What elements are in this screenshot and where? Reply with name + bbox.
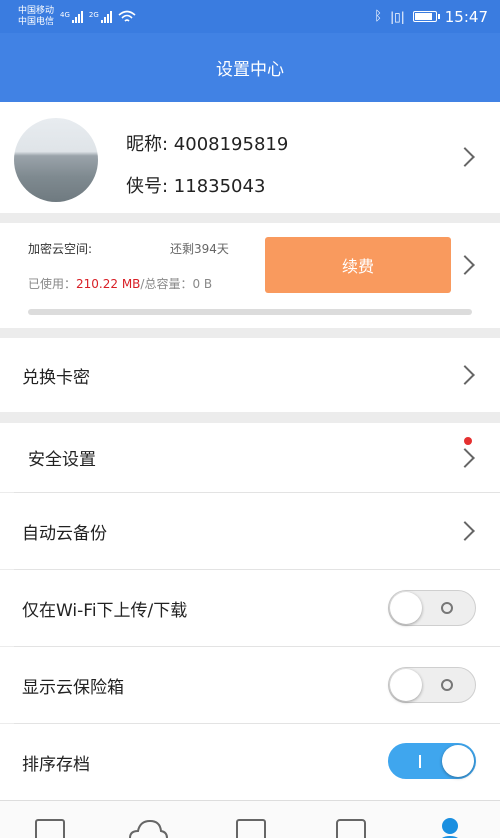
status-right: ᛒ |▯| 15:47 bbox=[374, 8, 488, 26]
net-type-1: 4G bbox=[60, 10, 70, 19]
auto-backup-row[interactable]: 自动云备份 bbox=[0, 493, 500, 569]
page-title: 设置中心 bbox=[216, 60, 284, 80]
carrier-1: 中国移动 bbox=[18, 5, 55, 16]
notes-tab-icon[interactable] bbox=[336, 819, 366, 838]
profile-info: 昵称: 4008195819 侠号: 11835043 bbox=[126, 124, 288, 208]
chevron-right-icon bbox=[455, 521, 475, 541]
show-vault-toggle[interactable] bbox=[388, 667, 476, 703]
storage-progress-bar bbox=[28, 309, 472, 315]
chevron-right-icon bbox=[455, 448, 475, 468]
storage-remaining: 还剩394天 bbox=[170, 242, 229, 256]
net-type-2: 2G bbox=[88, 10, 99, 19]
signal-1-icon: 4G bbox=[60, 10, 83, 23]
security-label: 安全设置 bbox=[28, 450, 96, 470]
notification-dot bbox=[464, 437, 472, 445]
carrier-2: 中国电信 bbox=[18, 16, 55, 27]
sort-archive-row: 排序存档 bbox=[0, 724, 500, 800]
show-vault-label: 显示云保险箱 bbox=[22, 677, 124, 698]
battery-icon bbox=[412, 11, 440, 22]
profile-card[interactable]: 昵称: 4008195819 侠号: 11835043 bbox=[0, 102, 500, 213]
signal-2-icon: 2G bbox=[88, 10, 112, 23]
status-bar: 中国移动 中国电信 4G 2G ᛒ |▯| 15:47 bbox=[0, 0, 500, 33]
show-vault-row: 显示云保险箱 bbox=[0, 647, 500, 723]
chevron-right-icon bbox=[455, 147, 475, 167]
wifi-only-label: 仅在Wi-Fi下上传/下载 bbox=[22, 600, 188, 621]
security-settings-row[interactable]: 安全设置 bbox=[0, 423, 500, 492]
storage-usage: 已使用：210.22 MB/总容量：0 B bbox=[28, 275, 212, 292]
carrier-names: 中国移动 中国电信 bbox=[18, 6, 54, 28]
auto-backup-label: 自动云备份 bbox=[22, 523, 107, 544]
sort-archive-label: 排序存档 bbox=[22, 754, 90, 775]
storage-card: 加密云空间: 还剩394天 已使用：210.22 MB/总容量：0 B 续费 bbox=[0, 223, 500, 328]
profile-tab-icon[interactable] bbox=[436, 817, 464, 838]
clock: 15:47 bbox=[444, 7, 488, 26]
chevron-right-icon[interactable] bbox=[455, 255, 475, 275]
storage-label: 加密云空间: bbox=[28, 242, 93, 256]
chevron-right-icon bbox=[455, 365, 475, 385]
redeem-card-row[interactable]: 兑换卡密 bbox=[0, 338, 500, 412]
nickname: 昵称: 4008195819 bbox=[126, 134, 289, 155]
storage-used-prefix: 已使用： bbox=[28, 277, 77, 291]
title-bar: 设置中心 bbox=[0, 33, 500, 102]
bottom-nav bbox=[0, 800, 500, 838]
wifi-only-toggle[interactable] bbox=[388, 590, 476, 626]
wifi-icon bbox=[118, 10, 136, 22]
wifi-only-row: 仅在Wi-Fi下上传/下载 bbox=[0, 570, 500, 646]
photos-tab-icon[interactable] bbox=[236, 819, 266, 838]
status-left: 中国移动 中国电信 4G 2G bbox=[18, 6, 136, 28]
contacts-tab-icon[interactable] bbox=[35, 819, 65, 838]
cloud-tab-icon[interactable] bbox=[128, 817, 168, 838]
sort-archive-toggle[interactable] bbox=[388, 743, 476, 779]
avatar bbox=[14, 118, 98, 202]
storage-total: /总容量：0 B bbox=[140, 277, 213, 291]
redeem-label: 兑换卡密 bbox=[22, 367, 90, 388]
vibrate-icon: |▯| bbox=[390, 9, 405, 24]
storage-used-value: 210.22 MB bbox=[76, 277, 141, 291]
account-id: 侠号: 11835043 bbox=[126, 176, 266, 197]
renew-button[interactable]: 续费 bbox=[265, 237, 451, 293]
bluetooth-icon: ᛒ bbox=[374, 9, 383, 24]
